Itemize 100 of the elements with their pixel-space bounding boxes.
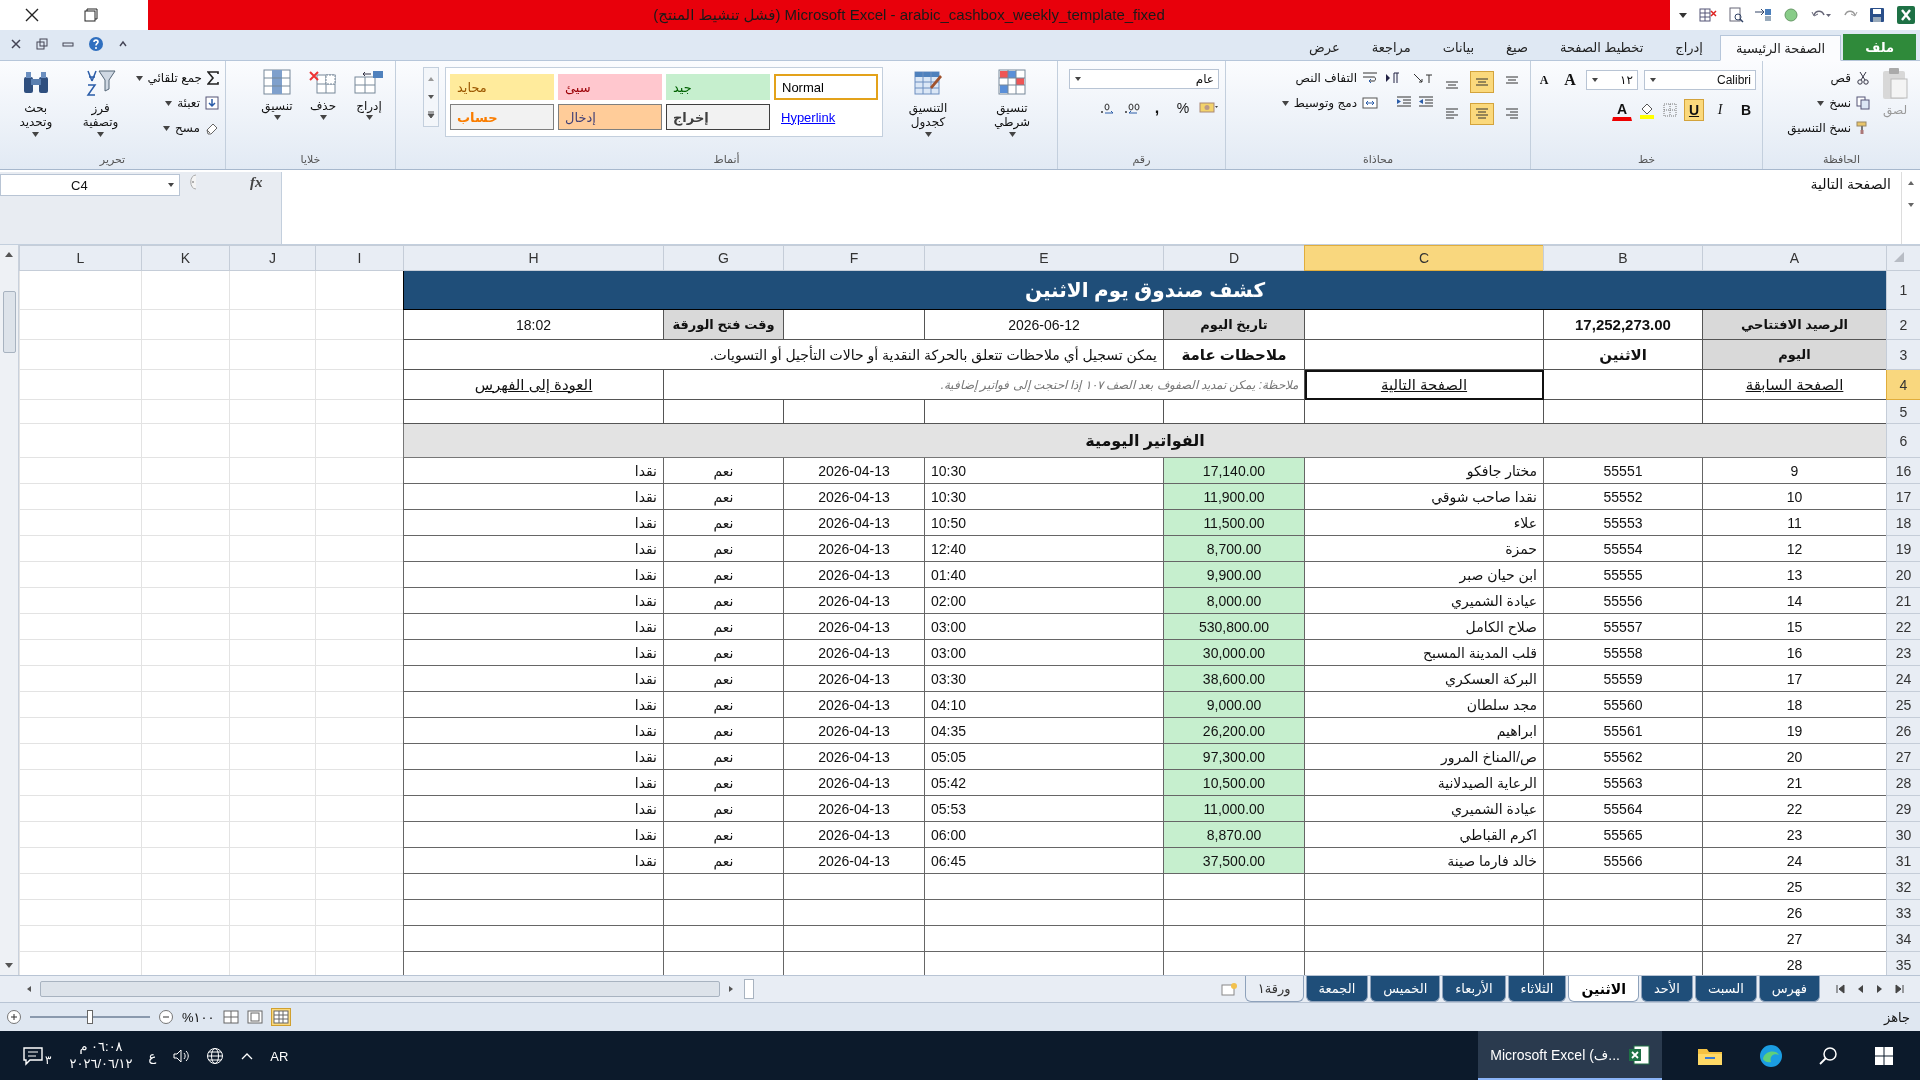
row-header[interactable]: 18 [1886, 509, 1920, 536]
page-break-view-icon[interactable] [222, 1010, 239, 1024]
row-header[interactable]: 6 [1886, 423, 1920, 458]
name-box[interactable]: C4 [0, 174, 180, 196]
hyperlink[interactable]: الصفحة السابقة [1702, 369, 1887, 400]
shrink-font-button[interactable]: A [1534, 69, 1554, 91]
zoom-out-icon[interactable] [158, 1009, 174, 1025]
ribbon-tab[interactable]: ملف [1843, 34, 1916, 60]
find-select-button[interactable]: بحث وتحديد [6, 65, 66, 139]
scroll-thumb[interactable] [2, 291, 16, 353]
cell-style[interactable]: محايد [450, 74, 554, 100]
first-sheet-icon[interactable] [1834, 983, 1846, 995]
volume-icon[interactable] [172, 1048, 191, 1064]
row-header[interactable]: 23 [1886, 639, 1920, 666]
search-icon[interactable] [1818, 1045, 1840, 1067]
copy-button[interactable]: نسخ [1787, 92, 1870, 114]
ribbon-tab[interactable]: بيانات [1427, 34, 1490, 60]
column-header[interactable]: H [403, 245, 664, 271]
zoom-level[interactable]: %١٠٠ [182, 1009, 215, 1025]
clear-button[interactable]: مسح [135, 117, 219, 139]
globe-icon[interactable] [206, 1047, 225, 1065]
row-header[interactable]: 20 [1886, 561, 1920, 588]
row-header[interactable]: 4 [1886, 369, 1920, 400]
row-header[interactable]: 31 [1886, 847, 1920, 874]
ribbon-tab[interactable]: صيغ [1491, 34, 1543, 60]
dropdown-icon[interactable] [1678, 10, 1688, 20]
circle-icon[interactable] [1783, 7, 1799, 23]
collapse-icon[interactable] [118, 39, 128, 49]
row-header[interactable]: 17 [1886, 483, 1920, 510]
more-icon[interactable] [426, 110, 436, 120]
increase-decimal-icon[interactable] [1123, 101, 1141, 115]
ribbon-tab[interactable]: إدراج [1660, 34, 1718, 60]
cut-button[interactable]: قص [1787, 67, 1870, 89]
cell-style[interactable]: سيئ [558, 74, 662, 100]
row-header[interactable]: 33 [1886, 899, 1920, 926]
format-button[interactable]: تنسيق [257, 65, 297, 123]
merge-center-button[interactable]: دمج وتوسيط [1281, 92, 1378, 114]
format-button[interactable]: B [1736, 99, 1756, 121]
sheet-tab[interactable]: فهرس [1758, 976, 1820, 1002]
align-button[interactable] [1470, 71, 1494, 93]
sheet-tab[interactable]: الأربعاء [1442, 976, 1506, 1002]
row-header[interactable]: 35 [1886, 951, 1920, 975]
insert-function-button[interactable]: fx [250, 174, 263, 191]
row-header[interactable]: 30 [1886, 821, 1920, 848]
row-header[interactable]: 16 [1886, 457, 1920, 484]
column-header[interactable]: I [315, 245, 404, 271]
format-button[interactable]: I [1710, 99, 1730, 121]
row-header[interactable]: 26 [1886, 717, 1920, 744]
column-header[interactable]: K [141, 245, 230, 271]
hyperlink[interactable]: الصفحة التالية [1304, 369, 1544, 400]
row-header[interactable]: 29 [1886, 795, 1920, 822]
close-icon[interactable] [24, 7, 40, 23]
insert-button[interactable]: إدراج [349, 65, 389, 123]
grow-font-button[interactable]: A [1560, 69, 1580, 91]
zoom-slider[interactable] [30, 1009, 150, 1025]
format-button[interactable]: U [1684, 99, 1704, 121]
sheet-tab[interactable]: الجمعة [1305, 976, 1369, 1002]
row-header[interactable]: 21 [1886, 587, 1920, 614]
language-indicator[interactable]: AR [270, 1048, 289, 1064]
restore-icon[interactable] [36, 38, 48, 50]
text-direction-icon[interactable] [1412, 71, 1434, 85]
table-icon[interactable] [1698, 7, 1717, 23]
column-header[interactable]: C [1304, 245, 1544, 271]
taskbar-app[interactable]: Microsoft Excel (ف... [1478, 1031, 1662, 1080]
row-header[interactable]: 32 [1886, 873, 1920, 900]
column-header[interactable]: A [1702, 245, 1887, 271]
row-header[interactable]: 27 [1886, 743, 1920, 770]
normal-view-icon[interactable] [270, 1008, 291, 1026]
sort-filter-button[interactable]: فرز وتصفية [71, 65, 130, 139]
row-header[interactable]: 2 [1886, 309, 1920, 340]
chevron-up-icon[interactable] [240, 1051, 255, 1061]
hyperlink[interactable]: العودة إلى الفهرس [403, 369, 664, 400]
row-header[interactable]: 25 [1886, 691, 1920, 718]
close-icon[interactable] [10, 38, 22, 50]
delete-button[interactable]: حذف [303, 65, 343, 123]
clock[interactable]: ٠٦:٠٨ م ٢٠٢٦/٠٦/١٢ [69, 1039, 133, 1073]
row-header[interactable]: 3 [1886, 339, 1920, 370]
percent-button[interactable]: % [1173, 97, 1193, 119]
restore-icon[interactable] [84, 8, 98, 22]
comma-button[interactable]: , [1147, 97, 1167, 119]
row-header[interactable]: 34 [1886, 925, 1920, 952]
save-icon[interactable] [1869, 7, 1886, 23]
column-header[interactable]: L [19, 245, 142, 271]
autosum-button[interactable]: جمع تلقائي [135, 67, 219, 89]
zoom-in-icon[interactable] [6, 1009, 22, 1025]
row-header[interactable]: 19 [1886, 535, 1920, 562]
fill-color-icon[interactable] [1638, 101, 1656, 119]
row-header[interactable]: 5 [1886, 399, 1920, 424]
page-layout-view-icon[interactable] [246, 1010, 263, 1024]
cell-style[interactable]: جيد [666, 74, 770, 100]
align-button[interactable] [1470, 103, 1494, 125]
notifications-button[interactable]: ٣ [20, 1044, 54, 1068]
vertical-scrollbar[interactable] [0, 245, 19, 975]
column-header[interactable]: B [1543, 245, 1703, 271]
sheet-tab[interactable]: السبت [1694, 976, 1757, 1002]
cell-style[interactable]: إدخال [558, 104, 662, 130]
format-painter-button[interactable]: نسخ التنسيق [1787, 117, 1870, 139]
format-as-table-button[interactable]: التنسيق كجدول [889, 65, 967, 139]
number-format-field[interactable]: عام [1069, 69, 1219, 89]
wrap-text-button[interactable]: التفاف النص [1281, 67, 1378, 89]
